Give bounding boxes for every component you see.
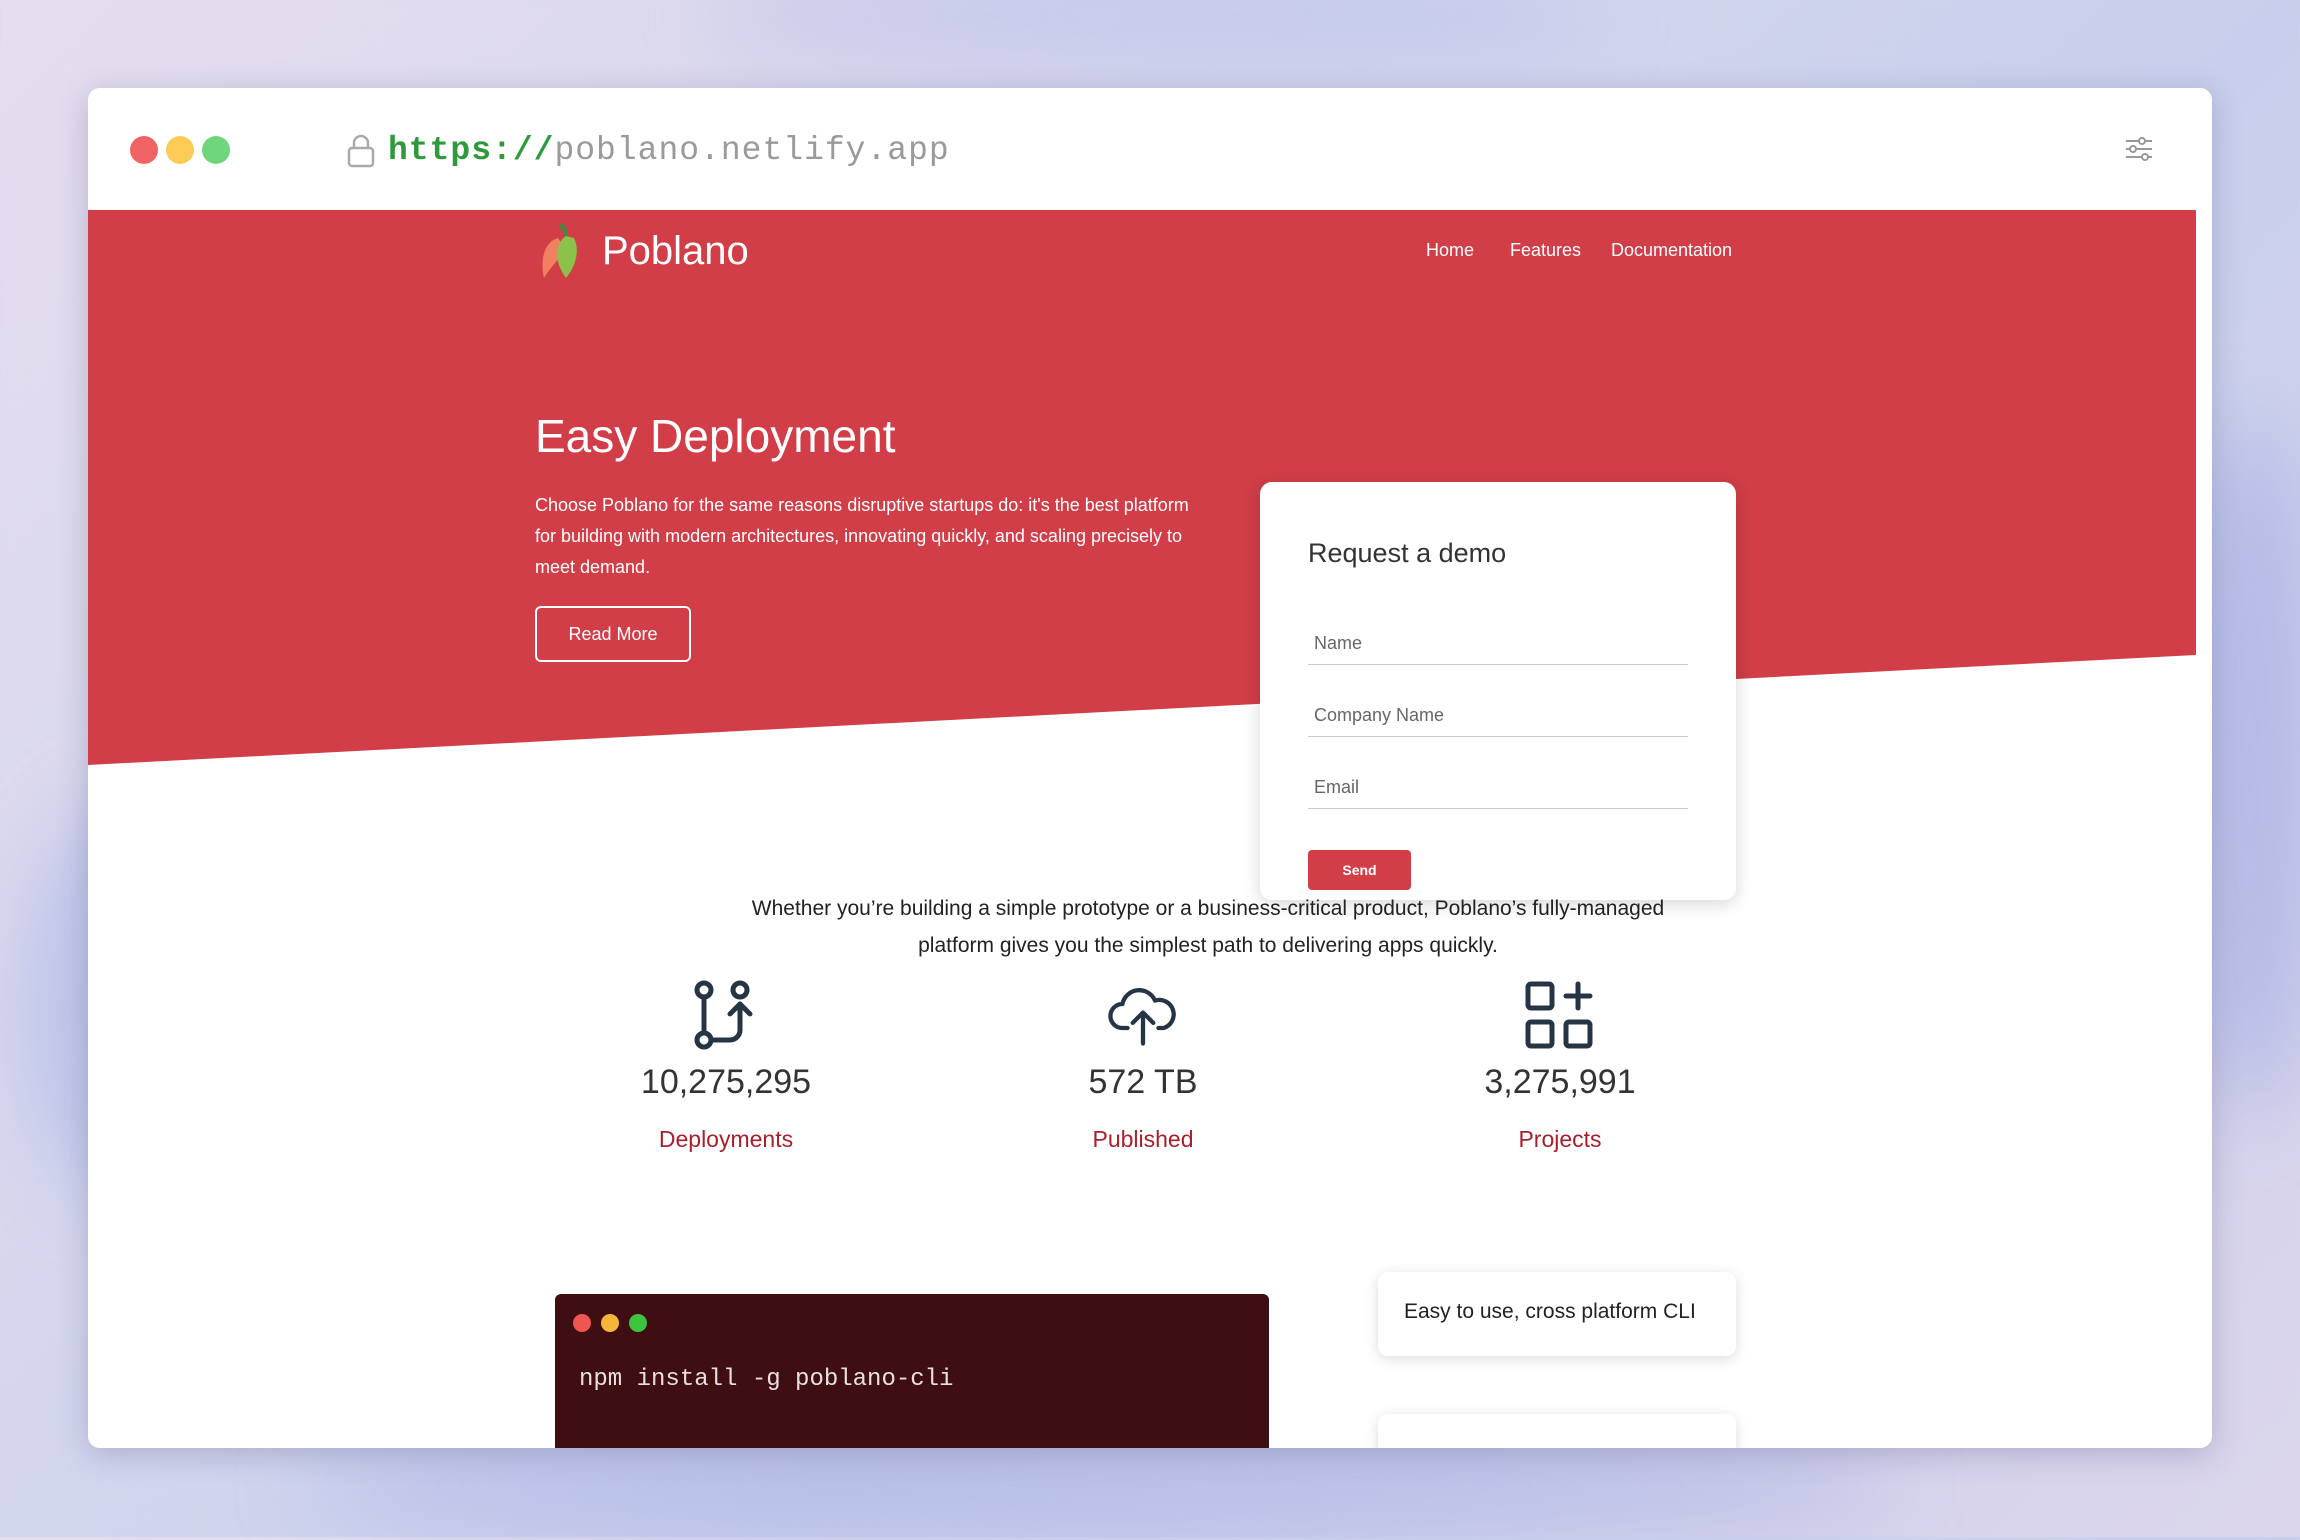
terminal-window: npm install -g poblano-cli [555, 1294, 1269, 1448]
company-name-input[interactable] [1308, 694, 1688, 736]
company-field [1308, 694, 1688, 737]
web-page: Poblano Home Features Documentation Easy… [88, 210, 2196, 1448]
stat-projects: 3,275,991 Projects [1410, 980, 1710, 1153]
deployments-label: Deployments [658, 1126, 794, 1152]
hero-title: Easy Deployment [535, 410, 896, 462]
lock-icon [347, 134, 375, 168]
name-field [1308, 622, 1688, 665]
feature-cli-text: Easy to use, cross platform CLI [1404, 1300, 1696, 1323]
pepper-logo-icon [542, 222, 577, 278]
demo-request-card: Request a demo Send [1260, 482, 1736, 900]
close-window-button[interactable] [130, 136, 158, 164]
hero-description: Choose Poblano for the same reasons disr… [535, 495, 1189, 577]
cloud-upload-icon [1108, 988, 1176, 1046]
minimize-window-button[interactable] [166, 136, 194, 164]
stat-published: 572 TB Published [993, 980, 1293, 1153]
terminal-minimize-dot [601, 1314, 619, 1332]
terminal-maximize-dot [629, 1314, 647, 1332]
feature-card-partial [1378, 1414, 1736, 1448]
browser-titlebar: https://poblano.netlify.app [88, 88, 2212, 210]
address-bar[interactable]: https://poblano.netlify.app [388, 128, 950, 174]
intro-text: Whether you’re building a simple prototy… [751, 897, 1665, 957]
browser-window: https://poblano.netlify.app Poblano Home… [88, 88, 2212, 1448]
projects-label: Projects [1518, 1126, 1602, 1152]
name-input[interactable] [1308, 622, 1688, 664]
nav-features[interactable]: Features [1510, 240, 1581, 261]
send-button[interactable]: Send [1308, 850, 1411, 890]
url-protocol: https:// [388, 132, 555, 169]
projects-value: 3,275,991 [1484, 1063, 1636, 1101]
read-more-button[interactable]: Read More [535, 606, 691, 662]
email-field [1308, 766, 1688, 809]
feature-card-cli: Easy to use, cross platform CLI [1378, 1272, 1736, 1356]
add-grid-icon [1525, 981, 1593, 1049]
site-logo[interactable]: Poblano [536, 220, 749, 282]
sliders-icon[interactable] [2124, 134, 2154, 164]
git-merge-icon [694, 980, 753, 1050]
terminal-close-dot [573, 1314, 591, 1332]
stat-deployments: 10,275,295 Deployments [576, 980, 876, 1153]
logo-text: Poblano [602, 228, 749, 273]
demo-card-title: Request a demo [1308, 538, 1507, 568]
deployments-value: 10,275,295 [640, 1063, 812, 1101]
url-host: poblano.netlify.app [554, 132, 950, 169]
published-value: 572 TB [1088, 1063, 1198, 1101]
terminal-command: npm install -g poblano-cli [579, 1366, 954, 1393]
email-input[interactable] [1308, 766, 1688, 808]
nav-home[interactable]: Home [1426, 240, 1474, 261]
maximize-window-button[interactable] [202, 136, 230, 164]
nav-documentation[interactable]: Documentation [1611, 240, 1732, 261]
published-label: Published [1092, 1126, 1194, 1152]
